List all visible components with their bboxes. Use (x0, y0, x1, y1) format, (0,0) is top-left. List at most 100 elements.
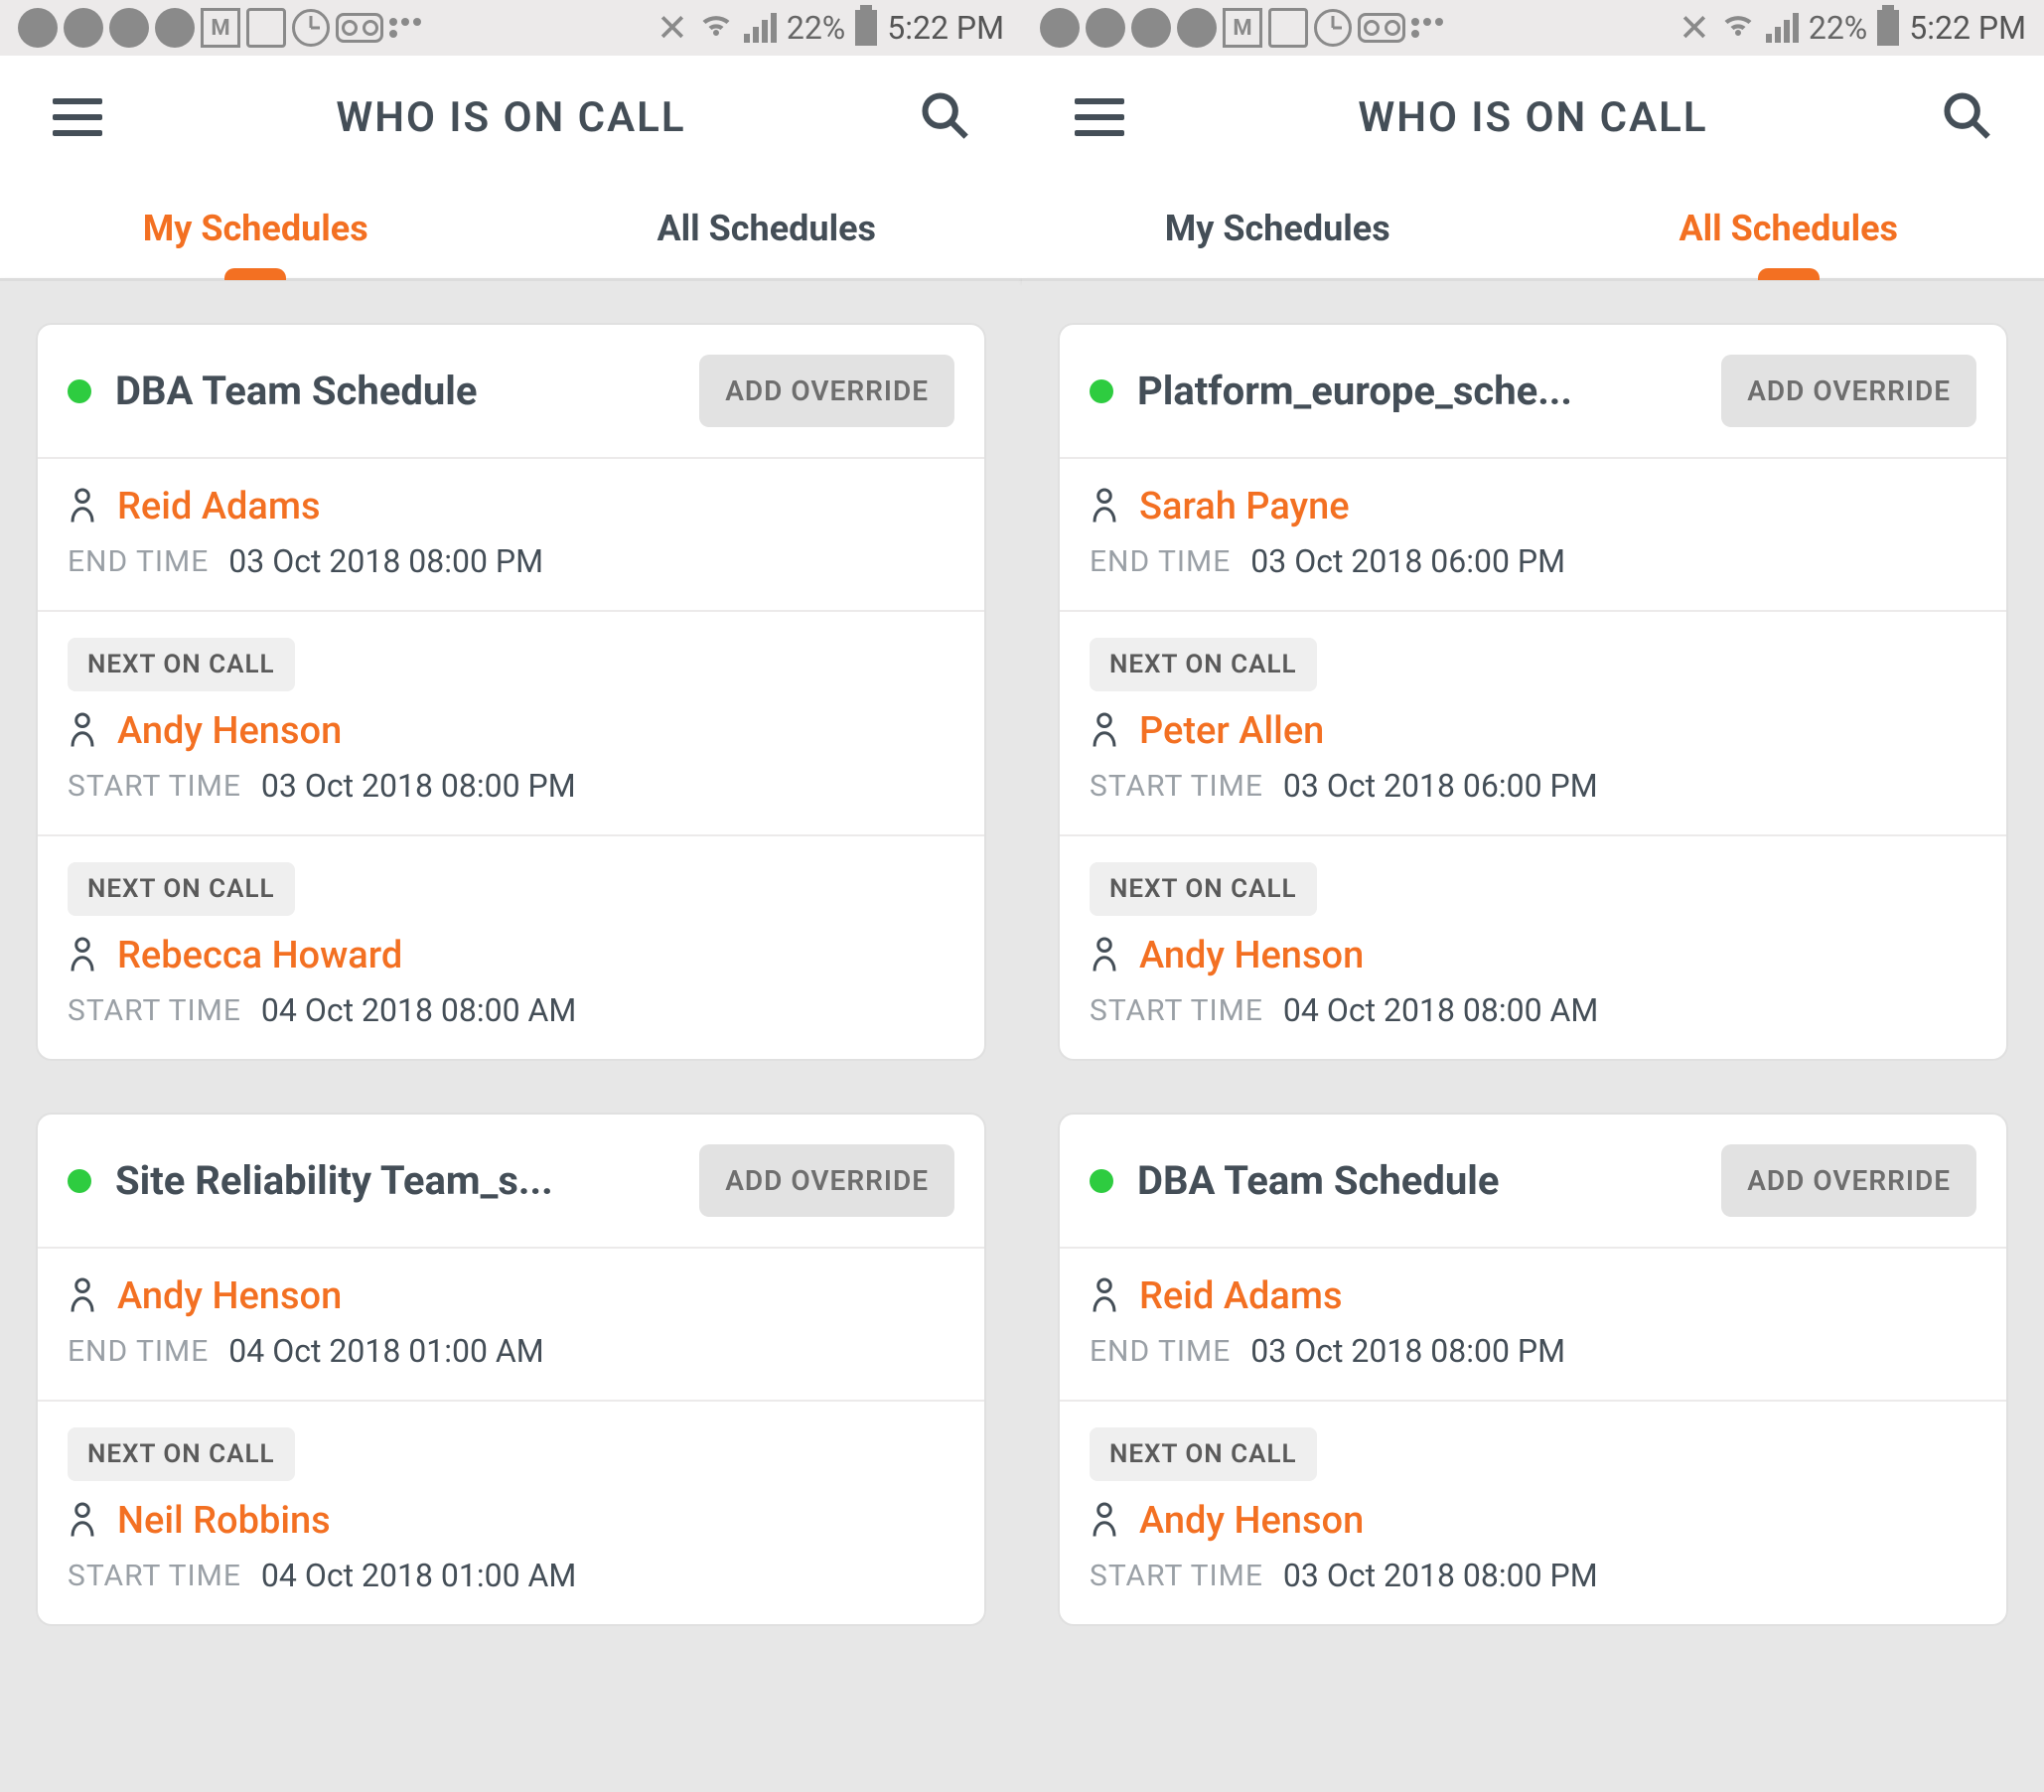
time-value: 04 Oct 2018 01:00 AM (261, 1557, 576, 1594)
person-name: Andy Henson (1139, 1499, 1364, 1543)
content-area[interactable]: DBA Team Schedule ADD OVERRIDE Reid Adam… (0, 281, 1022, 1792)
live-dot-icon (68, 379, 91, 403)
notif-icon (1177, 8, 1217, 48)
schedule-title: DBA Team Schedule (115, 368, 679, 414)
notif-icon (1086, 8, 1125, 48)
oncall-entry[interactable]: NEXT ON CALL Andy Henson START TIME 03 O… (38, 612, 984, 836)
image-icon (1268, 8, 1308, 48)
person-name: Reid Adams (117, 485, 321, 528)
person-name: Sarah Payne (1139, 485, 1350, 528)
search-icon (919, 89, 970, 145)
schedule-title: Site Reliability Team_s... (115, 1157, 679, 1204)
vibrate-icon: ✕ (657, 6, 688, 51)
cell-signal-icon (1766, 13, 1799, 43)
person-name: Andy Henson (117, 709, 342, 753)
status-bar: M ✕ 22% 5:22 PM (1022, 0, 2044, 56)
time-value: 04 Oct 2018 01:00 AM (228, 1332, 543, 1370)
wifi-icon (698, 6, 734, 50)
tab-all-schedules[interactable]: All Schedules (1533, 179, 2044, 278)
person-name: Andy Henson (117, 1274, 342, 1318)
next-on-call-badge: NEXT ON CALL (68, 638, 295, 691)
person-name: Neil Robbins (117, 1499, 331, 1543)
app-title: WHO IS ON CALL (336, 93, 685, 142)
search-button[interactable] (1937, 87, 1996, 147)
image-icon (246, 8, 286, 48)
app-bar: WHO IS ON CALL (1022, 56, 2044, 179)
time-label: START TIME (1090, 1559, 1263, 1593)
notif-icon (109, 8, 149, 48)
schedule-header: Platform_europe_sche... ADD OVERRIDE (1060, 325, 2006, 459)
notif-icon (1040, 8, 1080, 48)
more-icon (1411, 18, 1451, 38)
oncall-entry[interactable]: Sarah Payne END TIME 03 Oct 2018 06:00 P… (1060, 459, 2006, 612)
schedule-card: Site Reliability Team_s... ADD OVERRIDE … (36, 1113, 986, 1626)
hamburger-icon (1075, 98, 1124, 136)
cell-signal-icon (744, 13, 777, 43)
person-icon (68, 710, 97, 752)
time-value: 03 Oct 2018 06:00 PM (1250, 542, 1565, 580)
person-name: Rebecca Howard (117, 934, 402, 977)
search-button[interactable] (915, 87, 974, 147)
notif-icon (64, 8, 103, 48)
schedule-card: DBA Team Schedule ADD OVERRIDE Reid Adam… (1058, 1113, 2008, 1626)
oncall-entry[interactable]: Reid Adams END TIME 03 Oct 2018 08:00 PM (38, 459, 984, 612)
oncall-entry[interactable]: Andy Henson END TIME 04 Oct 2018 01:00 A… (38, 1249, 984, 1402)
next-on-call-badge: NEXT ON CALL (68, 1427, 295, 1481)
phone-pane: M ✕ 22% 5:22 PM WHO IS ON CALL My Schedu… (0, 0, 1022, 1792)
person-name: Reid Adams (1139, 1274, 1343, 1318)
tabs: My Schedules All Schedules (0, 179, 1022, 278)
phone-pane: M ✕ 22% 5:22 PM WHO IS ON CALL My Schedu… (1022, 0, 2044, 1792)
battery-icon (1877, 10, 1899, 46)
time-value: 03 Oct 2018 08:00 PM (1283, 1557, 1598, 1594)
time-label: START TIME (68, 993, 241, 1028)
tabs: My Schedules All Schedules (1022, 179, 2044, 278)
person-name: Peter Allen (1139, 709, 1324, 753)
time-value: 03 Oct 2018 08:00 PM (261, 767, 576, 805)
add-override-button[interactable]: ADD OVERRIDE (1721, 355, 1976, 427)
person-icon (68, 935, 97, 976)
status-bar: M ✕ 22% 5:22 PM (0, 0, 1022, 56)
schedule-card: DBA Team Schedule ADD OVERRIDE Reid Adam… (36, 323, 986, 1061)
person-icon (68, 1500, 97, 1542)
add-override-button[interactable]: ADD OVERRIDE (699, 355, 954, 427)
time-label: END TIME (68, 1334, 209, 1369)
content-area[interactable]: Platform_europe_sche... ADD OVERRIDE Sar… (1022, 281, 2044, 1792)
time-value: 03 Oct 2018 08:00 PM (1250, 1332, 1565, 1370)
notif-icon (18, 8, 58, 48)
live-dot-icon (68, 1169, 91, 1193)
person-icon (1090, 1275, 1119, 1317)
status-time: 5:22 PM (887, 9, 1004, 47)
mail-icon: M (1223, 8, 1262, 48)
oncall-entry[interactable]: NEXT ON CALL Rebecca Howard START TIME 0… (38, 836, 984, 1059)
add-override-button[interactable]: ADD OVERRIDE (699, 1144, 954, 1217)
person-name: Andy Henson (1139, 934, 1364, 977)
person-icon (68, 1275, 97, 1317)
time-label: START TIME (68, 769, 241, 804)
oncall-entry[interactable]: Reid Adams END TIME 03 Oct 2018 08:00 PM (1060, 1249, 2006, 1402)
oncall-entry[interactable]: NEXT ON CALL Peter Allen START TIME 03 O… (1060, 612, 2006, 836)
tab-all-schedules[interactable]: All Schedules (511, 179, 1023, 278)
add-override-button[interactable]: ADD OVERRIDE (1721, 1144, 1976, 1217)
oncall-entry[interactable]: NEXT ON CALL Andy Henson START TIME 04 O… (1060, 836, 2006, 1059)
oncall-entry[interactable]: NEXT ON CALL Andy Henson START TIME 03 O… (1060, 1402, 2006, 1624)
time-label: START TIME (1090, 993, 1263, 1028)
app-title: WHO IS ON CALL (1358, 93, 1707, 142)
person-icon (1090, 1500, 1119, 1542)
voicemail-icon (1358, 13, 1405, 43)
menu-button[interactable] (1070, 87, 1129, 147)
tab-my-schedules[interactable]: My Schedules (1022, 179, 1533, 278)
tab-my-schedules[interactable]: My Schedules (0, 179, 511, 278)
menu-button[interactable] (48, 87, 107, 147)
wifi-icon (1720, 6, 1756, 50)
status-time: 5:22 PM (1909, 9, 2026, 47)
schedule-card: Platform_europe_sche... ADD OVERRIDE Sar… (1058, 323, 2008, 1061)
person-icon (68, 486, 97, 527)
person-icon (1090, 935, 1119, 976)
time-label: START TIME (68, 1559, 241, 1593)
oncall-entry[interactable]: NEXT ON CALL Neil Robbins START TIME 04 … (38, 1402, 984, 1624)
live-dot-icon (1090, 379, 1113, 403)
schedule-title: DBA Team Schedule (1137, 1157, 1701, 1204)
battery-icon (855, 10, 877, 46)
time-value: 03 Oct 2018 06:00 PM (1283, 767, 1598, 805)
schedule-header: DBA Team Schedule ADD OVERRIDE (1060, 1115, 2006, 1249)
